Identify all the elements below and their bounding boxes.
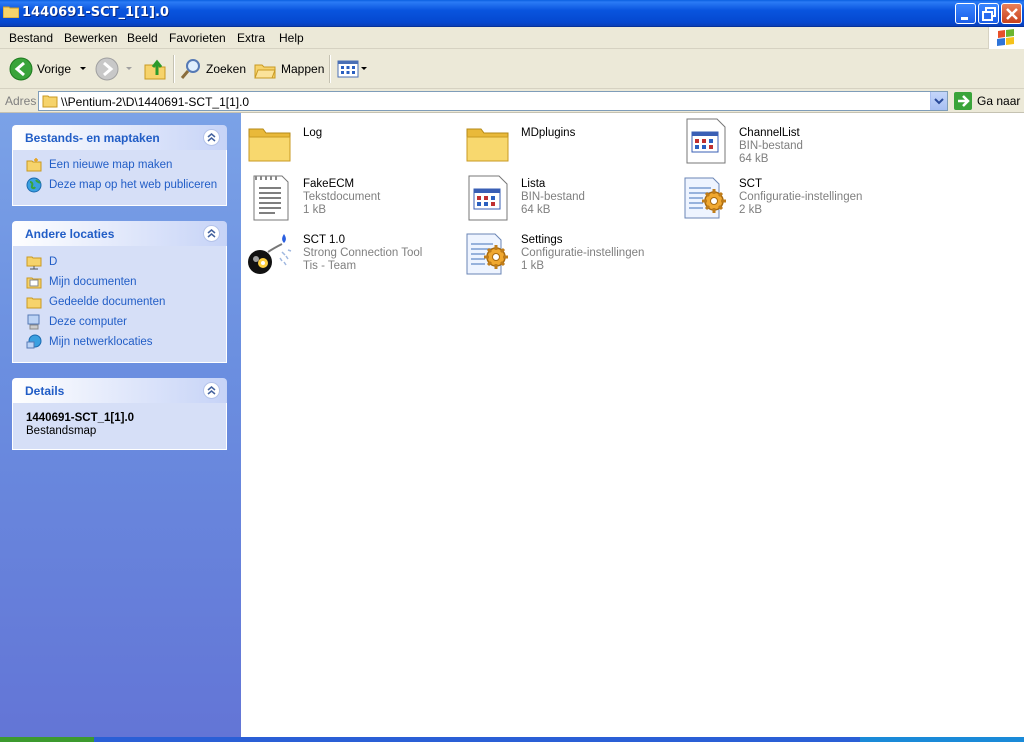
address-bar: Adres \\Pentium-2\D\1440691-SCT_1[1].0 G…: [0, 89, 1024, 113]
close-icon: [1006, 8, 1018, 20]
network-places-icon: [26, 334, 42, 349]
title-bar[interactable]: 1440691-SCT_1[1].0: [0, 0, 1024, 27]
back-arrow-icon: [9, 57, 33, 81]
collapse-chevron-icon[interactable]: [203, 129, 220, 146]
config-file-icon: [684, 177, 726, 219]
documents-folder-icon: [26, 277, 42, 289]
place-my-documents[interactable]: Mijn documenten: [26, 274, 137, 290]
window-title: 1440691-SCT_1[1].0: [22, 5, 169, 20]
place-network[interactable]: Mijn netwerklocaties: [26, 334, 153, 350]
panel-title: Andere locaties: [25, 227, 115, 241]
file-item-sct-1-0[interactable]: SCT 1.0 Strong Connection Tool Tis - Tea…: [246, 230, 461, 282]
forward-button[interactable]: [95, 54, 137, 84]
computer-icon: [27, 314, 40, 330]
go-arrow-icon: [954, 92, 972, 110]
details-panel: Details 1440691-SCT_1[1].0 Bestandsmap: [12, 378, 227, 450]
close-button[interactable]: [1001, 3, 1022, 24]
taskbar-edge: [0, 737, 1024, 742]
maximize-button[interactable]: [978, 3, 999, 24]
file-item-settings[interactable]: Settings Configuratie-instellingen 1 kB: [464, 230, 679, 282]
go-button[interactable]: Ga naar: [954, 91, 1020, 111]
start-button-edge[interactable]: [0, 737, 94, 742]
file-item-sct[interactable]: SCT Configuratie-instellingen 2 kB: [682, 174, 897, 226]
address-input[interactable]: \\Pentium-2\D\1440691-SCT_1[1].0: [38, 91, 948, 111]
folders-icon: [254, 64, 276, 79]
folder-icon: [248, 128, 291, 162]
menu-beeld[interactable]: Beeld: [127, 31, 158, 45]
folder-icon: [42, 95, 58, 108]
menu-bestand[interactable]: Bestand: [9, 31, 53, 45]
file-item-log[interactable]: Log: [246, 119, 461, 171]
forward-arrow-icon: [95, 57, 119, 81]
config-file-icon: [466, 233, 508, 275]
network-folder-icon: [26, 256, 42, 270]
search-label: Zoeken: [206, 62, 247, 76]
collapse-chevron-icon[interactable]: [203, 225, 220, 242]
address-label: Adres: [5, 94, 37, 108]
text-file-icon: [253, 175, 289, 221]
shared-folder-icon: [26, 297, 42, 309]
menu-extra[interactable]: Extra: [237, 31, 265, 45]
place-my-computer[interactable]: Deze computer: [26, 314, 127, 330]
collapse-chevron-icon[interactable]: [203, 382, 220, 399]
panel-title: Bestands- en maptaken: [25, 131, 160, 145]
search-icon: [180, 59, 200, 79]
other-places-panel: Andere locaties D Mijn documenten Gedeel…: [12, 221, 227, 363]
minimize-icon: [961, 17, 968, 20]
restore-icon: [982, 7, 996, 21]
panel-title: Details: [25, 384, 65, 398]
toolbar: Vorige Zoeken Mappen: [0, 49, 1024, 89]
file-item-mdplugins[interactable]: MDplugins: [464, 119, 679, 171]
system-tray-edge: [860, 737, 1024, 742]
chevron-down-icon: [126, 67, 132, 70]
panel-header[interactable]: Details: [12, 378, 227, 403]
minimize-button[interactable]: [955, 3, 976, 24]
back-button[interactable]: Vorige: [9, 54, 91, 84]
windows-logo-icon: [988, 27, 1024, 49]
place-shared-documents[interactable]: Gedeelde documenten: [26, 294, 165, 310]
chevron-down-icon: [934, 98, 944, 105]
new-folder-icon: [26, 158, 42, 172]
folder-icon: [3, 6, 19, 18]
file-tasks-panel: Bestands- en maptaken Een nieuwe map mak…: [12, 125, 227, 206]
views-button[interactable]: [336, 54, 370, 84]
place-d[interactable]: D: [26, 254, 57, 270]
chevron-down-icon: [361, 67, 367, 70]
details-type: Bestandsmap: [26, 425, 97, 437]
file-item-channellist[interactable]: ChannelList BIN-bestand 64 kB: [682, 117, 897, 169]
up-folder-button[interactable]: [143, 54, 167, 84]
bin-file-icon: [686, 118, 726, 164]
bomb-app-icon: [248, 234, 292, 274]
menu-bar: Bestand Bewerken Beeld Favorieten Extra …: [0, 27, 1024, 49]
file-list-view: Log MDplugins ChannelList BIN-bestand 64…: [241, 113, 1024, 737]
address-value: \\Pentium-2\D\1440691-SCT_1[1].0: [61, 95, 250, 109]
new-folder-task[interactable]: Een nieuwe map maken: [26, 157, 172, 173]
panel-header[interactable]: Andere locaties: [12, 221, 227, 246]
up-folder-icon: [144, 59, 166, 80]
menu-favorieten[interactable]: Favorieten: [169, 31, 226, 45]
task-pane: Bestands- en maptaken Een nieuwe map mak…: [0, 113, 241, 737]
go-label: Ga naar: [977, 94, 1021, 108]
menu-help[interactable]: Help: [279, 31, 304, 45]
toolbar-separator: [173, 55, 174, 83]
folders-label: Mappen: [281, 62, 325, 76]
menu-bewerken[interactable]: Bewerken: [64, 31, 117, 45]
globe-icon: [26, 177, 42, 193]
address-dropdown-button[interactable]: [930, 92, 947, 110]
views-icon: [337, 60, 359, 78]
back-label: Vorige: [37, 62, 72, 76]
file-item-lista[interactable]: Lista BIN-bestand 64 kB: [464, 174, 679, 226]
folder-icon: [466, 128, 509, 162]
publish-web-task[interactable]: Deze map op het web publiceren: [26, 177, 217, 193]
search-button[interactable]: Zoeken: [179, 54, 246, 84]
folders-button[interactable]: Mappen: [253, 54, 324, 84]
file-item-fakeecm[interactable]: FakeECM Tekstdocument 1 kB: [246, 174, 461, 226]
toolbar-separator: [329, 55, 330, 83]
chevron-down-icon[interactable]: [77, 64, 91, 74]
panel-header[interactable]: Bestands- en maptaken: [12, 125, 227, 150]
bin-file-icon: [468, 175, 508, 221]
details-name: 1440691-SCT_1[1].0: [26, 412, 135, 424]
